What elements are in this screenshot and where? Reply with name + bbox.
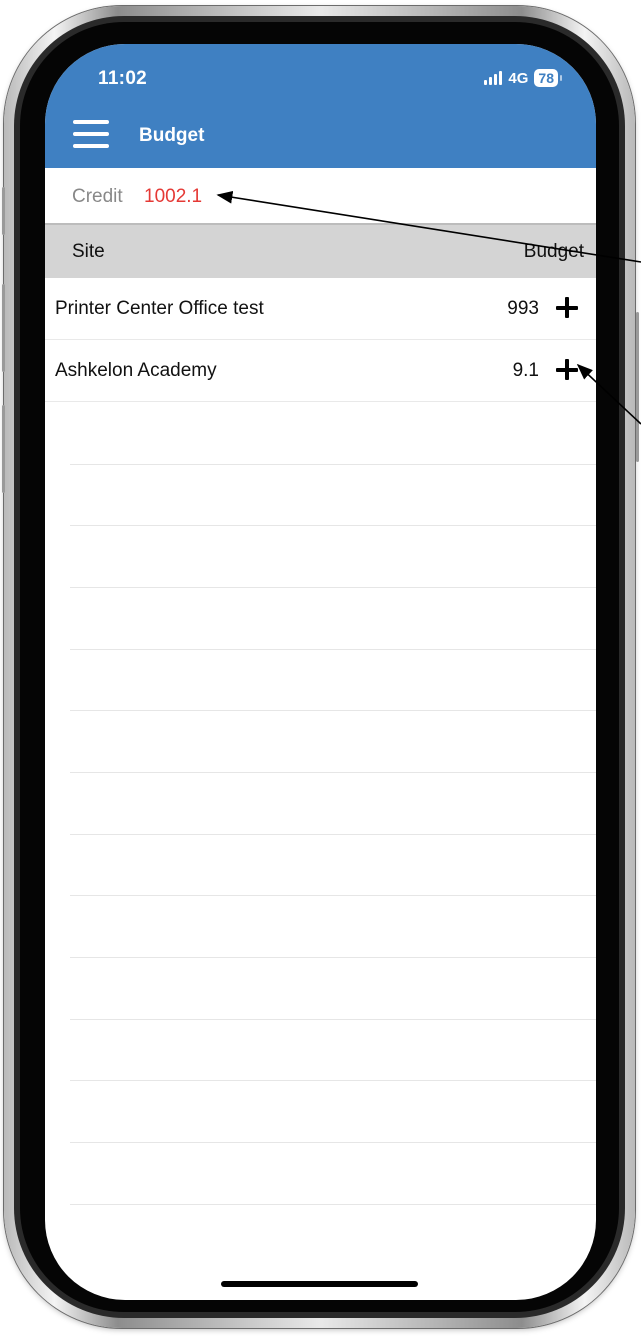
site-budget: 993 bbox=[507, 298, 539, 319]
site-name: Ashkelon Academy bbox=[55, 360, 217, 381]
column-header-site: Site bbox=[72, 241, 105, 262]
column-header-budget: Budget bbox=[523, 241, 584, 262]
status-time: 11:02 bbox=[98, 68, 148, 89]
site-budget: 9.1 bbox=[512, 360, 539, 381]
empty-row-divider bbox=[70, 1019, 596, 1020]
hamburger-menu-icon[interactable] bbox=[73, 120, 109, 148]
empty-row-divider bbox=[70, 957, 596, 958]
empty-row-divider bbox=[70, 1204, 596, 1205]
status-indicators: 4G 78 bbox=[484, 69, 562, 87]
side-button-volume-down bbox=[2, 405, 5, 493]
empty-row-divider bbox=[70, 772, 596, 773]
battery-icon: 78 bbox=[534, 69, 562, 87]
table-row[interactable]: Printer Center Office test 993 bbox=[45, 278, 596, 340]
app-bar: 11:02 4G 78 Budget bbox=[45, 44, 596, 168]
site-name: Printer Center Office test bbox=[55, 298, 264, 319]
plus-icon[interactable] bbox=[554, 357, 580, 383]
plus-icon[interactable] bbox=[554, 295, 580, 321]
empty-row-divider bbox=[70, 464, 596, 465]
empty-row-divider bbox=[70, 834, 596, 835]
page-title: Budget bbox=[139, 125, 205, 146]
empty-row-divider bbox=[70, 710, 596, 711]
empty-row-divider bbox=[70, 895, 596, 896]
empty-row-divider bbox=[70, 1142, 596, 1143]
credit-row: Credit 1002.1 bbox=[45, 168, 596, 223]
home-indicator bbox=[221, 1281, 418, 1287]
empty-row-divider bbox=[70, 587, 596, 588]
network-type: 4G bbox=[508, 69, 529, 87]
side-button-action bbox=[2, 187, 5, 235]
signal-icon bbox=[484, 71, 503, 85]
credit-value: 1002.1 bbox=[144, 186, 203, 207]
credit-label: Credit bbox=[72, 186, 123, 207]
empty-row-divider bbox=[70, 649, 596, 650]
table-row[interactable]: Ashkelon Academy 9.1 bbox=[45, 340, 596, 402]
side-button-volume-up bbox=[2, 284, 5, 372]
side-button-power bbox=[636, 312, 639, 462]
empty-row-divider bbox=[70, 1080, 596, 1081]
table-header: Site Budget bbox=[45, 223, 596, 278]
app-screen: 11:02 4G 78 Budget Credit 1002.1 Site Bu… bbox=[45, 44, 596, 1300]
empty-row-divider bbox=[70, 525, 596, 526]
